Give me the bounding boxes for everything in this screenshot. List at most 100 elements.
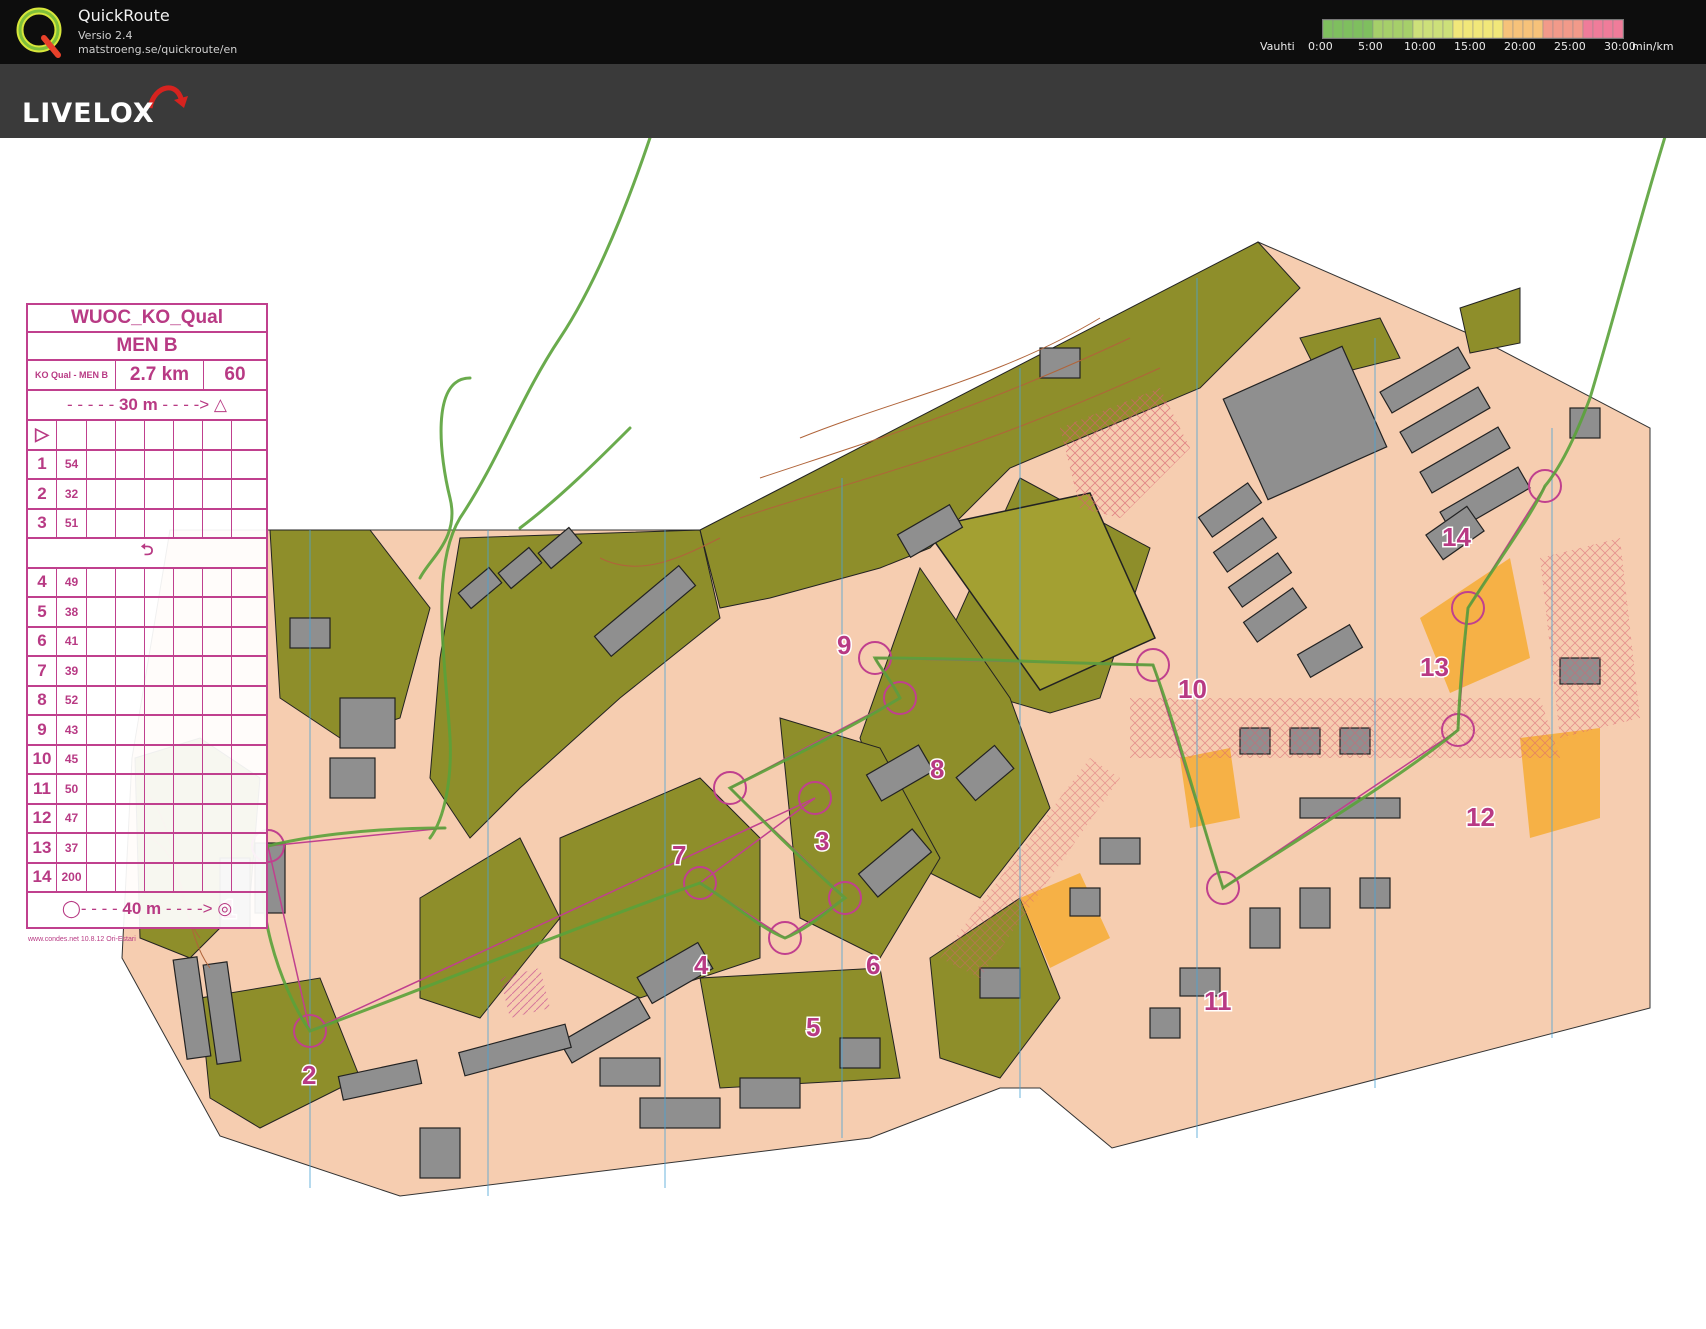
cd-symbol-cell [116,421,145,449]
cd-symbol-cell [232,805,266,833]
pace-color-swatch [1472,20,1484,38]
cd-control-code: 49 [57,568,87,596]
cd-control-number: 8 [28,686,57,714]
cd-start-row: - - - - - 30 m - - - -> △ [28,391,266,421]
app-url[interactable]: matstroeng.se/quickroute/en [78,43,237,56]
control-label-7: 7 [672,840,686,870]
cd-symbol-cell [232,775,266,803]
cd-control-row: 2 32 [28,480,266,510]
orienteering-map[interactable]: 1 2 3 4 5 6 7 8 9 10 11 12 13 14 WUOC_KO… [0,138,1706,1329]
cd-symbol-cell [203,598,232,626]
livelox-logo[interactable]: LIVELOX [22,78,202,129]
cd-symbol-cell [87,657,116,685]
pace-legend: Vauhti 0:00 5:00 10:00 15:00 20:00 25:00… [1260,18,1700,58]
cd-control-number: 2 [28,480,57,508]
cd-control-code: 32 [57,480,87,508]
pace-color-swatch [1412,20,1424,38]
pace-color-swatch [1452,20,1464,38]
pace-color-swatch [1332,20,1344,38]
pace-tick: 0:00 [1308,40,1333,53]
cd-symbol-cell [87,745,116,773]
cd-symbol-cell [174,480,203,508]
cd-symbol-cell [203,863,232,891]
cd-symbol-cell [87,450,116,478]
cd-event: WUOC_KO_Qual [28,305,266,333]
app-version: Versio 2.4 [78,29,133,42]
cd-control-row: 9 43 [28,716,266,746]
control-label-5: 5 [806,1012,820,1042]
cd-symbol-cell [174,775,203,803]
cd-control-number: 9 [28,716,57,744]
cd-symbol-cell [116,568,145,596]
cd-control-number: 13 [28,834,57,862]
cd-symbol-cell [232,510,266,538]
cd-symbol-cell [116,598,145,626]
pace-color-swatch [1432,20,1444,38]
cd-control-row: 11 50 [28,775,266,805]
cd-symbol-cell [203,509,232,537]
cd-symbol-cell [116,509,145,537]
cd-start-distance: 30 m [118,395,158,414]
cd-control-number: 4 [28,568,57,596]
pace-color-swatch [1592,20,1604,38]
pace-tick: 30:00 [1604,40,1636,53]
pace-color-swatch [1502,20,1514,38]
cd-control-number: 14 [28,863,57,891]
cd-control-row: 12 47 [28,804,266,834]
pace-color-swatch [1323,20,1334,38]
control-label-4: 4 [694,950,709,980]
cd-symbol-cell [203,716,232,744]
cd-symbol-cell [87,509,116,537]
cd-control-row: 5 38 [28,598,266,628]
cd-symbol-cell [174,421,203,449]
map-exchange-icon: ⮌ [140,542,154,560]
cd-symbol-cell [145,657,174,685]
cd-symbol-cell [203,745,232,773]
control-label-3: 3 [815,826,829,856]
cd-control-code: 41 [57,627,87,655]
pace-tick: 15:00 [1454,40,1486,53]
cd-control-code: 37 [57,834,87,862]
cd-control-row: 1 54 [28,450,266,480]
cd-symbol-cell [232,451,266,479]
cd-symbol-cell [87,627,116,655]
cd-symbol-cell [87,716,116,744]
cd-symbol-cell [174,568,203,596]
cd-symbol-cell [203,568,232,596]
cd-symbol-cell [203,775,232,803]
pace-color-swatch [1582,20,1594,38]
control-label-12: 12 [1466,802,1495,832]
cd-symbol-cell [232,598,266,626]
pace-color-swatch [1572,20,1584,38]
pace-unit: min/km [1632,40,1674,53]
pace-tick: 5:00 [1358,40,1383,53]
cd-finish-distance: 40 m [122,899,162,918]
cd-symbol-cell [145,863,174,891]
cd-symbol-cell [232,480,266,508]
cd-symbol-cell [87,421,116,449]
pace-color-swatch [1362,20,1374,38]
pace-color-swatch [1482,20,1494,38]
quickroute-logo-icon [16,7,62,58]
pace-color-swatch [1612,20,1623,38]
pace-color-swatch [1392,20,1404,38]
cd-symbol-cell [203,450,232,478]
pace-color-swatch [1542,20,1554,38]
cd-symbol-cell [174,509,203,537]
cd-symbol-cell [87,568,116,596]
cd-symbol-cell [87,686,116,714]
app-title: QuickRoute [78,6,170,25]
cd-course-row: KO Qual - MEN B 2.7 km 60 [28,361,266,391]
control-label-9: 9 [837,630,851,660]
cd-symbol-cell [232,687,266,715]
pace-color-swatch [1382,20,1394,38]
control-label-14: 14 [1442,522,1471,552]
cd-symbol-cell [116,863,145,891]
cd-symbol-cell [203,834,232,862]
cd-symbol-cell [174,657,203,685]
pace-color-swatch [1512,20,1524,38]
cd-control-row: 3 51 [28,509,266,539]
cd-symbol-cell [116,686,145,714]
control-description-sheet: WUOC_KO_Qual MEN B KO Qual - MEN B 2.7 k… [26,303,268,943]
cd-control-number: 12 [28,804,57,832]
